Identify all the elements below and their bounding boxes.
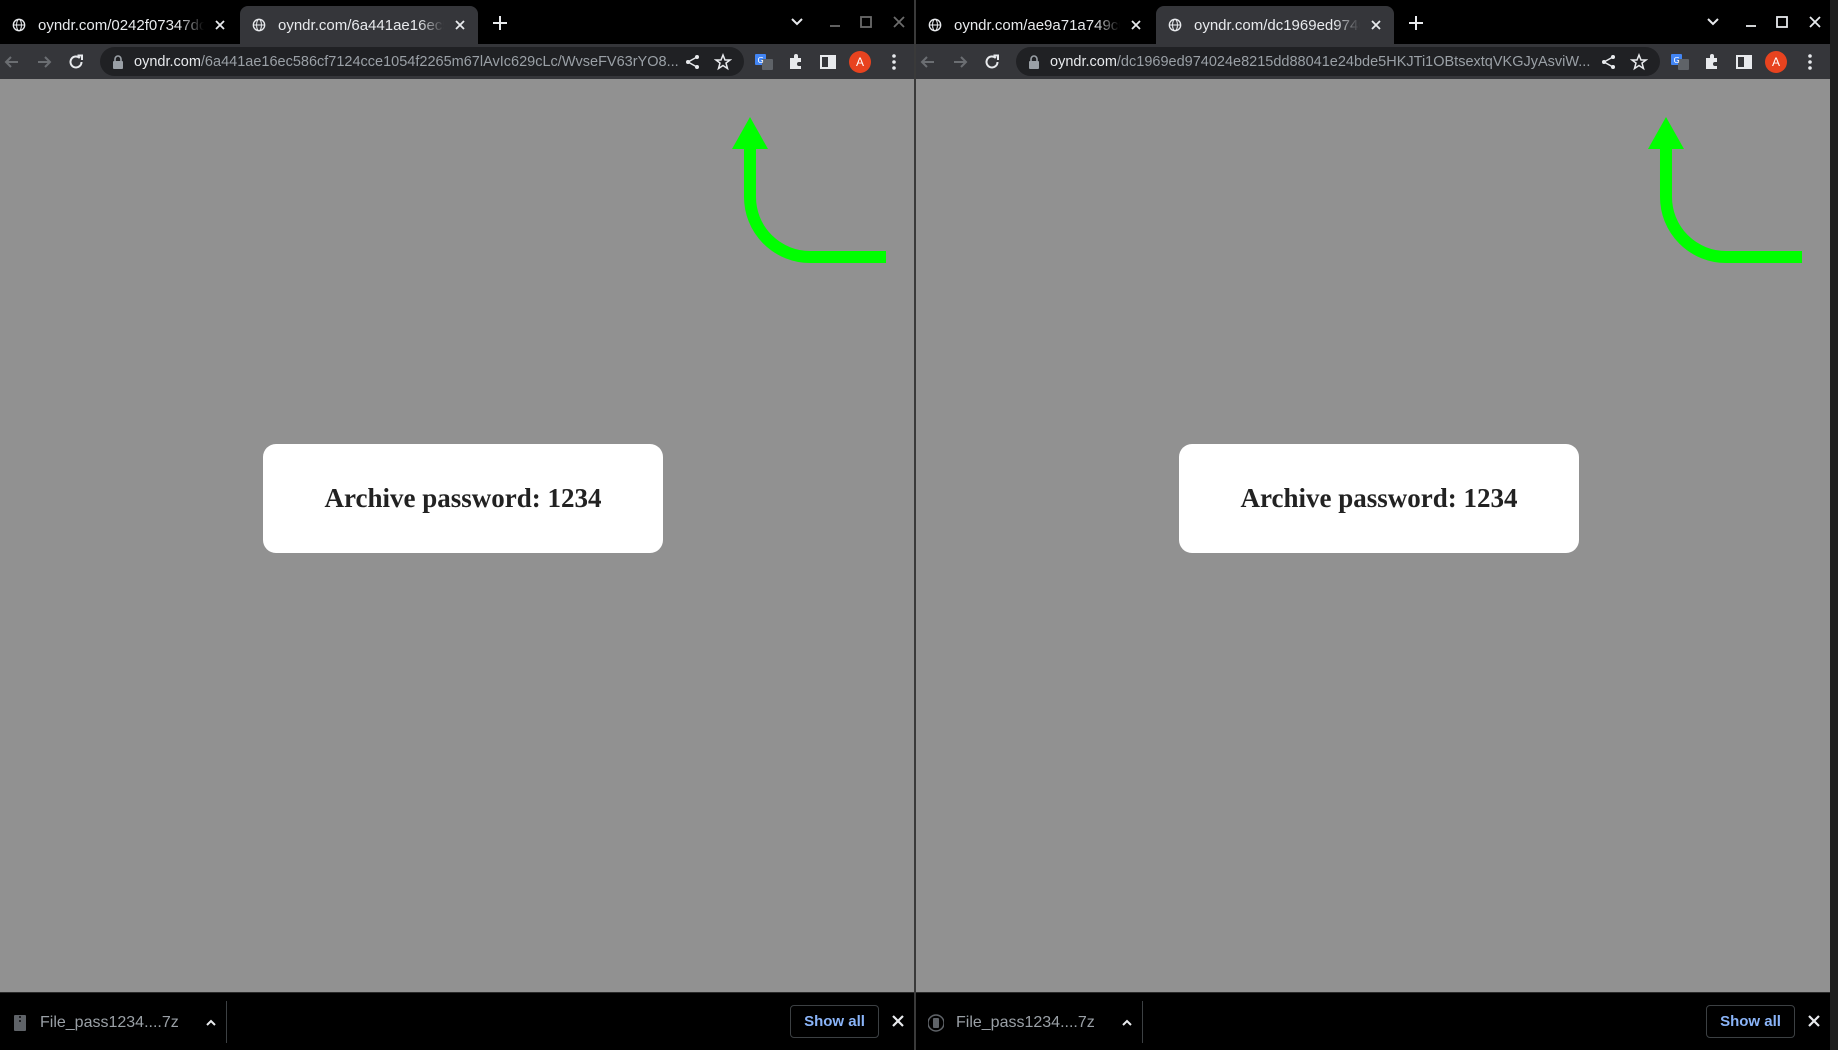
url-text: oyndr.com/dc1969ed974024e8215dd88041e24b… xyxy=(1050,54,1595,70)
puzzle-icon[interactable] xyxy=(786,52,806,72)
chevron-up-icon[interactable] xyxy=(1120,1016,1134,1030)
share-icon[interactable] xyxy=(684,53,702,71)
close-icon[interactable] xyxy=(452,17,468,33)
password-text: Archive password: 1234 xyxy=(1240,483,1518,513)
download-shelf: File_pass1234....7z Show all xyxy=(916,992,1830,1050)
forward-icon[interactable] xyxy=(950,52,970,72)
chevron-down-icon[interactable] xyxy=(788,13,806,31)
url-text: oyndr.com/6a441ae16ec586cf7124cce1054f22… xyxy=(134,54,679,70)
tab-title: oyndr.com/dc1969ed9740 xyxy=(1194,16,1360,34)
maximize-icon[interactable] xyxy=(1773,13,1791,31)
browser-toolbar: oyndr.com/dc1969ed974024e8215dd88041e24b… xyxy=(916,44,1830,79)
minimize-icon[interactable] xyxy=(826,13,844,31)
close-icon[interactable] xyxy=(212,17,228,33)
puzzle-icon[interactable] xyxy=(1702,52,1722,72)
lock-icon[interactable] xyxy=(1028,54,1040,69)
url-path: /6a441ae16ec586cf7124cce1054f2265m67lAvI… xyxy=(200,53,679,70)
close-icon[interactable] xyxy=(1806,13,1824,31)
close-icon[interactable] xyxy=(1368,17,1384,33)
download-filename: File_pass1234....7z xyxy=(956,1014,1095,1031)
kebab-menu-icon[interactable] xyxy=(1800,52,1820,72)
forward-icon[interactable] xyxy=(34,52,54,72)
globe-icon xyxy=(252,18,266,32)
download-filename: File_pass1234....7z xyxy=(40,1014,179,1031)
lock-icon[interactable] xyxy=(112,54,124,69)
tab-strip: oyndr.com/ae9a71a749c0 oyndr.com/dc1969e… xyxy=(916,0,1830,44)
page-viewport: Archive password: 1234 xyxy=(0,79,914,992)
tab-title: oyndr.com/0242f07347dc xyxy=(38,16,204,34)
password-card: Archive password: 1234 xyxy=(263,444,663,553)
download-shelf: File_pass1234....7z Show all xyxy=(0,992,914,1050)
show-all-button[interactable]: Show all xyxy=(1706,1005,1795,1038)
reload-icon[interactable] xyxy=(982,52,1002,72)
shelf-divider xyxy=(1142,1001,1143,1043)
minimize-icon[interactable] xyxy=(1742,13,1760,31)
url-host: oyndr.com xyxy=(134,53,201,70)
reload-icon[interactable] xyxy=(66,52,86,72)
browser-window-right: oyndr.com/ae9a71a749c0 oyndr.com/dc1969e… xyxy=(916,0,1830,1050)
globe-icon xyxy=(12,18,26,32)
download-item[interactable]: File_pass1234....7z xyxy=(12,1007,218,1039)
address-bar[interactable]: oyndr.com/dc1969ed974024e8215dd88041e24b… xyxy=(1016,47,1660,76)
url-host: oyndr.com xyxy=(1050,53,1117,70)
share-icon[interactable] xyxy=(1600,53,1618,71)
star-icon[interactable] xyxy=(714,53,732,71)
close-icon[interactable] xyxy=(890,13,908,31)
browser-toolbar: oyndr.com/6a441ae16ec586cf7124cce1054f22… xyxy=(0,44,914,79)
plus-icon[interactable] xyxy=(1405,12,1427,34)
chevron-down-icon[interactable] xyxy=(1704,13,1722,31)
tab-2[interactable]: oyndr.com/6a441ae16ec5 xyxy=(240,6,478,44)
close-icon[interactable] xyxy=(1806,1013,1822,1029)
svg-text:G: G xyxy=(758,56,764,65)
tab-2[interactable]: oyndr.com/dc1969ed9740 xyxy=(1156,6,1394,44)
green-arrow-icon xyxy=(1648,117,1802,263)
back-icon[interactable] xyxy=(2,52,22,72)
tab-title: oyndr.com/ae9a71a749c0 xyxy=(954,16,1120,34)
plus-icon[interactable] xyxy=(489,12,511,34)
show-all-button[interactable]: Show all xyxy=(790,1005,879,1038)
maximize-icon[interactable] xyxy=(857,13,875,31)
password-text: Archive password: 1234 xyxy=(324,483,602,513)
globe-icon xyxy=(928,18,942,32)
chevron-up-icon[interactable] xyxy=(204,1016,218,1030)
back-icon[interactable] xyxy=(918,52,938,72)
download-item[interactable]: File_pass1234....7z xyxy=(928,1007,1134,1039)
address-bar[interactable]: oyndr.com/6a441ae16ec586cf7124cce1054f22… xyxy=(100,47,744,76)
globe-icon xyxy=(1168,18,1182,32)
side-panel-icon[interactable] xyxy=(818,52,838,72)
tab-1[interactable]: oyndr.com/ae9a71a749c0 xyxy=(916,6,1154,44)
shelf-divider xyxy=(226,1001,227,1043)
archive-file-icon xyxy=(928,1014,944,1032)
star-icon[interactable] xyxy=(1630,53,1648,71)
archive-file-icon xyxy=(14,1015,26,1031)
kebab-menu-icon[interactable] xyxy=(884,52,904,72)
tab-title: oyndr.com/6a441ae16ec5 xyxy=(278,16,444,34)
password-card: Archive password: 1234 xyxy=(1179,444,1579,553)
close-icon[interactable] xyxy=(1128,17,1144,33)
translate-icon[interactable]: G xyxy=(1670,52,1690,72)
avatar[interactable]: A xyxy=(849,51,871,73)
svg-text:G: G xyxy=(1674,56,1680,65)
translate-icon[interactable]: G xyxy=(754,52,774,72)
avatar[interactable]: A xyxy=(1765,51,1787,73)
tab-strip: oyndr.com/0242f07347dc oyndr.com/6a441ae… xyxy=(0,0,914,44)
tab-1[interactable]: oyndr.com/0242f07347dc xyxy=(0,6,238,44)
url-path: /dc1969ed974024e8215dd88041e24bde5HKJTi1… xyxy=(1116,53,1591,70)
page-viewport: Archive password: 1234 xyxy=(916,79,1830,992)
browser-window-left: oyndr.com/0242f07347dc oyndr.com/6a441ae… xyxy=(0,0,914,1050)
green-arrow-icon xyxy=(732,117,886,263)
side-panel-icon[interactable] xyxy=(1734,52,1754,72)
close-icon[interactable] xyxy=(890,1013,906,1029)
